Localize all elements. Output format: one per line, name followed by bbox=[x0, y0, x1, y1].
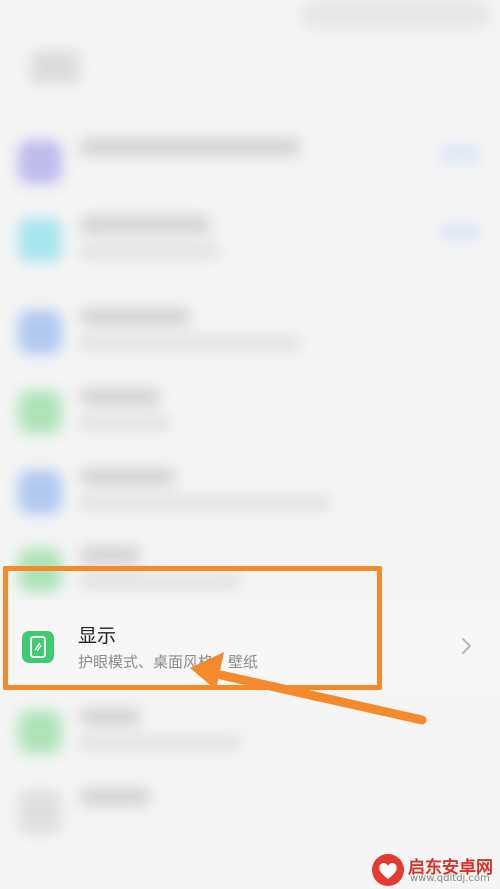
annotation-arrow bbox=[190, 652, 427, 725]
watermark: 启东安卓网 www.qdltdj.com bbox=[370, 852, 498, 888]
heart-logo-icon bbox=[372, 854, 404, 886]
watermark-url: www.qdltdj.com bbox=[410, 873, 490, 884]
